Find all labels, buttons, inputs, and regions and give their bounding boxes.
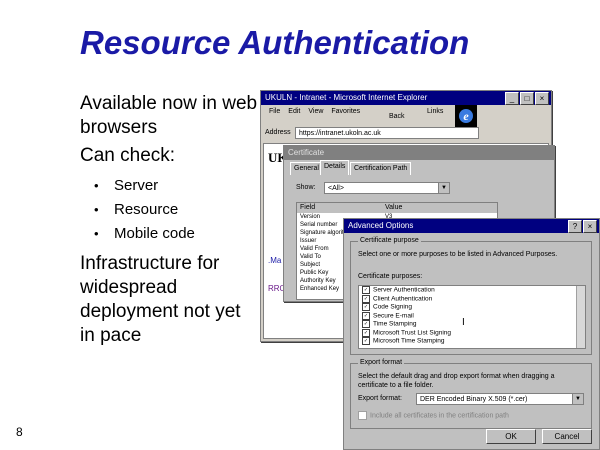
include-all-checkbox[interactable]: Include all certificates in the certific… (358, 411, 509, 420)
address-label: Address (265, 129, 291, 136)
purpose-label: Microsoft Trust List Signing (373, 329, 452, 337)
ok-button[interactable]: OK (486, 429, 536, 444)
ie-logo-icon: e (455, 105, 477, 127)
purpose-checkbox[interactable]: ✓ Microsoft Time Stamping (359, 337, 585, 346)
purpose-rows: ✓ Server Authentication ✓ Client Authentica… (359, 286, 585, 346)
purpose-label: Microsoft Time Stamping (373, 337, 445, 345)
chevron-down-icon: ▼ (572, 394, 583, 404)
bullet-infrastructure: Infrastructure for widespread deployment… (80, 253, 241, 346)
purposes-label: Certificate purposes: (358, 273, 423, 280)
purpose-checkbox[interactable]: ✓ Secure E-mail (359, 311, 585, 321)
cert-title: Certificate (288, 148, 325, 157)
slide-title: Resource Authentication (80, 24, 470, 61)
purpose-checkbox[interactable]: ✓ Code Signing (359, 303, 585, 312)
purpose-desc: Select one or more purposes to be listed… (358, 251, 558, 258)
purposes-list: ✓ Server Authentication ✓ Client Authentica… (358, 285, 586, 349)
menu-edit[interactable]: Edit (288, 108, 300, 115)
cert-titlebar: Certificate (284, 146, 554, 160)
page-number: 8 (16, 425, 23, 439)
adv-title: Advanced Options (348, 221, 414, 230)
help-button[interactable]: ? (568, 220, 582, 233)
checkmark-icon: ✓ (362, 294, 370, 303)
sub-bullet-mobile-code: Mobile code (80, 222, 260, 246)
purpose-label: Secure E-mail (373, 312, 414, 320)
export-format-label: Export format: (358, 395, 402, 402)
svg-text:e: e (463, 109, 469, 123)
adv-close-button[interactable]: × (583, 220, 597, 233)
purpose-label: Client Authentication (373, 295, 433, 303)
bullet-can-check: Can check: (80, 145, 176, 166)
tab-certification-path[interactable]: Certification Path (350, 162, 412, 175)
purpose-label: Code Signing (373, 303, 413, 311)
sub-bullet-server: Server (80, 174, 260, 198)
bullet-available: Available now in web browsers (80, 93, 258, 138)
menu-file[interactable]: File (269, 108, 280, 115)
minimize-button[interactable]: _ (505, 92, 519, 105)
checkbox-icon (358, 411, 367, 420)
sub-bullet-list: Server Resource Mobile code (80, 174, 260, 246)
checkmark-icon: ✓ (362, 286, 370, 294)
export-group-label: Export format (358, 359, 405, 366)
tab-details[interactable]: Details (320, 160, 350, 175)
show-select[interactable]: <All> ▼ (324, 182, 450, 194)
sub-bullet-resource: Resource (80, 198, 260, 222)
back-button[interactable]: Back (389, 113, 405, 120)
col-field-header[interactable]: Field (297, 203, 382, 213)
ie-title: UKULN - Intranet - Microsoft Internet Ex… (265, 93, 428, 102)
purpose-label: Server Authentication (373, 286, 435, 294)
address-field[interactable]: https://intranet.ukoln.ac.uk (295, 127, 479, 139)
checkmark-icon: ✓ (362, 303, 370, 311)
checkmark-icon: ✓ (362, 337, 370, 345)
cancel-button[interactable]: Cancel (542, 429, 592, 444)
menu-view[interactable]: View (308, 108, 323, 115)
ie-titlebar: UKULN - Intranet - Microsoft Internet Ex… (261, 91, 551, 105)
links-button[interactable]: Links (427, 108, 443, 115)
ie-menubar: File Edit View Favorites (269, 108, 360, 115)
export-format-select[interactable]: DER Encoded Binary X.509 (*.cer) ▼ (416, 393, 584, 405)
advanced-options-dialog: Advanced Options ? × Certificate purpose… (343, 218, 600, 450)
include-all-label: Include all certificates in the certific… (370, 412, 509, 420)
ie-page-link-1[interactable]: .Ma (268, 256, 281, 265)
text-cursor-icon: I (462, 317, 465, 328)
maximize-button[interactable]: □ (520, 92, 534, 105)
show-select-value: <All> (328, 185, 344, 192)
checkmark-icon: ✓ (362, 320, 370, 328)
purpose-checkbox[interactable]: ✓ Microsoft Trust List Signing (359, 328, 585, 338)
checkmark-icon: ✓ (362, 311, 370, 320)
close-button[interactable]: × (535, 92, 549, 105)
show-label: Show: (296, 184, 316, 191)
export-desc: Select the default drag and drop export … (358, 373, 555, 389)
purpose-checkbox[interactable]: ✓ Time Stamping (359, 320, 585, 329)
export-format-value: DER Encoded Binary X.509 (*.cer) (420, 396, 528, 403)
menu-favorites[interactable]: Favorites (331, 108, 360, 115)
chevron-down-icon: ▼ (438, 183, 449, 193)
purpose-checkbox[interactable]: ✓ Client Authentication (359, 294, 585, 304)
col-value-header[interactable]: Value (382, 203, 402, 213)
purpose-group-label: Certificate purpose (358, 237, 421, 244)
adv-titlebar: Advanced Options ? × (344, 219, 599, 233)
checkmark-icon: ✓ (362, 328, 370, 337)
purpose-label: Time Stamping (373, 320, 417, 328)
scrollbar[interactable] (576, 286, 585, 348)
tab-general[interactable]: General (290, 162, 323, 175)
purpose-checkbox[interactable]: ✓ Server Authentication (359, 286, 585, 295)
bullet-list: Available now in web browsers Can check:… (80, 92, 260, 348)
